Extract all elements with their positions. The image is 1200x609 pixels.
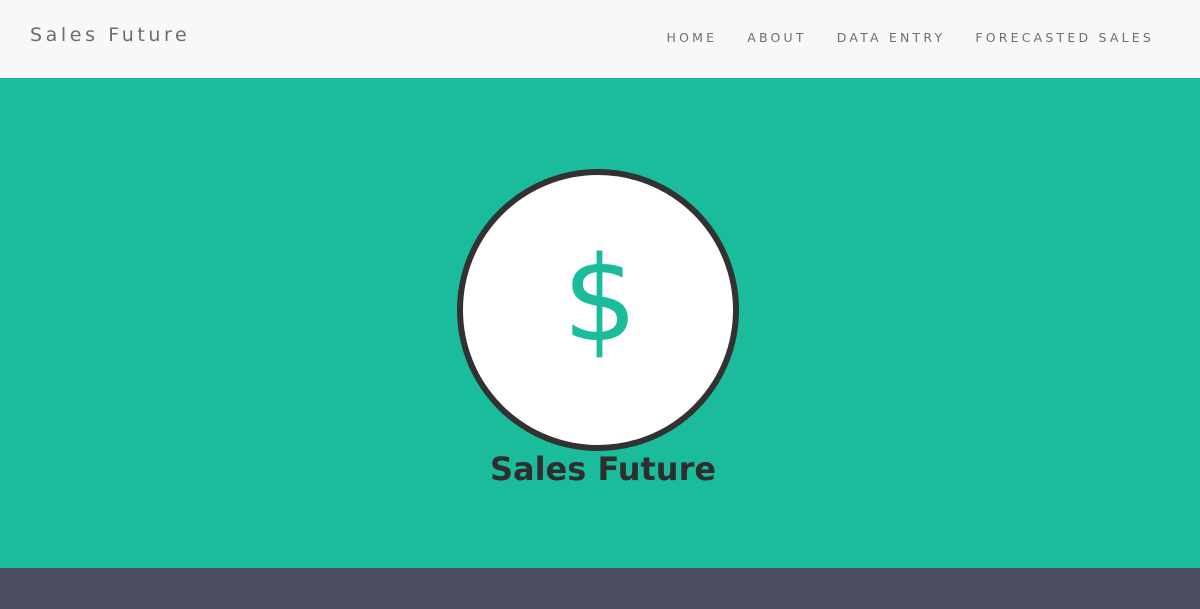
nav-link-home[interactable]: HOME	[666, 30, 717, 45]
nav-link-about[interactable]: ABOUT	[747, 30, 807, 45]
brand-link[interactable]: Sales Future	[30, 24, 190, 46]
dollar-icon: $	[562, 230, 637, 368]
nav-link-forecasted-sales[interactable]: FORECASTED SALES	[975, 30, 1154, 45]
nav-link-data-entry[interactable]: DATA ENTRY	[837, 30, 946, 45]
footer-band	[0, 568, 1200, 609]
dollar-symbol: $	[562, 230, 637, 368]
page-title: Sales Future	[489, 450, 717, 488]
navbar: Sales Future HOME ABOUT DATA ENTRY FOREC…	[0, 0, 1200, 78]
logo-circle: $	[457, 169, 739, 451]
hero-section: $ Sales Future	[0, 78, 1200, 568]
nav-links: HOME ABOUT DATA ENTRY FORECASTED SALES	[636, 30, 1154, 45]
